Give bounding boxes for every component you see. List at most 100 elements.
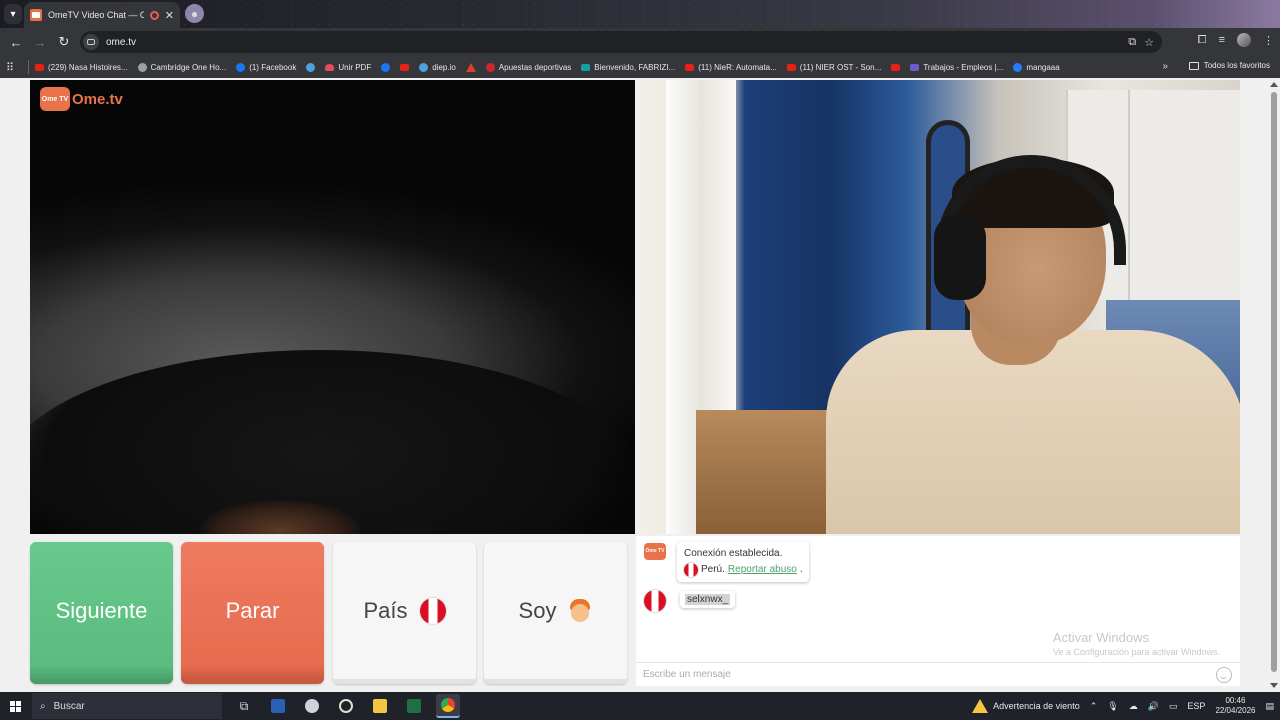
bookmarks-bar: ⠿ (229) Nasa Histoires... Cambridge One H… <box>0 56 1280 78</box>
taskbar-search[interactable]: ⌕ Buscar <box>32 693 222 719</box>
bookmark-item[interactable]: Apuestas deportivas <box>485 62 572 72</box>
bookmark-item[interactable]: Cambridge One Ho... <box>137 62 226 72</box>
all-bookmarks-button[interactable]: Todos los favoritos <box>1188 61 1270 70</box>
partner-country: Perú. <box>701 564 725 575</box>
windows-taskbar: ⌕ Buscar ⧉ Advertencia de viento ⌃ 🎙 ☁ 🔊… <box>0 692 1280 720</box>
partner-message-text: selxnwx_ <box>685 594 731 605</box>
weather-alert[interactable]: Advertencia de viento <box>972 699 1080 713</box>
watermark-subtitle: Ve a Configuración para activar Windows. <box>1052 647 1220 657</box>
cast-icon[interactable]: ⧉ <box>1128 36 1136 49</box>
bookmark-item[interactable] <box>465 62 476 72</box>
chat-panel: Ome TV Conexión establecida. Perú. Repor… <box>636 536 1240 686</box>
excel-icon[interactable] <box>402 694 426 718</box>
game-icon[interactable] <box>300 694 324 718</box>
bookmark-star-icon[interactable]: ☆ <box>1144 36 1154 49</box>
start-button[interactable] <box>0 692 30 720</box>
back-button[interactable]: ← <box>4 30 28 54</box>
bookmark-item[interactable]: (229) Nasa Histoires... <box>35 63 128 72</box>
message-input[interactable] <box>643 669 1216 680</box>
bookmark-item[interactable] <box>381 62 391 72</box>
bookmark-label: Apuestas deportivas <box>498 62 572 72</box>
chrome-icon[interactable] <box>436 694 460 718</box>
close-tab-icon[interactable]: ✕ <box>165 9 174 22</box>
notifications-icon[interactable]: ▤ <box>1265 701 1274 712</box>
bookmark-item[interactable] <box>891 63 901 71</box>
bookmark-tri-icon <box>465 62 476 72</box>
bookmark-label: (1) Facebook <box>249 62 297 72</box>
recording-icon <box>149 10 159 20</box>
microphone-icon[interactable]: 🎙 <box>1107 701 1118 712</box>
bookmark-fb-icon <box>381 62 391 72</box>
url-text[interactable]: ome.tv <box>106 37 1128 48</box>
bookmark-heart-icon <box>325 63 335 71</box>
address-bar[interactable]: ome.tv ⧉ ☆ <box>80 31 1162 53</box>
ometv-logo-text: Ome.tv <box>72 90 123 108</box>
language-indicator[interactable]: ESP <box>1187 701 1205 711</box>
network-icon[interactable]: ☁ <box>1129 701 1138 712</box>
tab-search-button[interactable]: ▾ <box>4 4 22 24</box>
extensions-icon[interactable]: ⧠ <box>1198 34 1207 47</box>
watermark-title: Activar Windows <box>1052 630 1149 645</box>
forward-button[interactable]: → <box>28 30 52 54</box>
menu-icon[interactable]: ⋮ <box>1263 34 1274 47</box>
bookmark-item[interactable]: (1) Facebook <box>236 62 297 72</box>
stop-button[interactable]: Parar <box>181 542 324 684</box>
media-controls-icon[interactable]: ≡ <box>1219 34 1225 46</box>
file-explorer-icon[interactable] <box>368 694 392 718</box>
next-button[interactable]: Siguiente <box>30 542 173 684</box>
bookmark-item[interactable]: mangaaa <box>1013 62 1060 72</box>
battery-icon[interactable]: ▭ <box>1169 701 1178 712</box>
country-button[interactable]: País <box>333 542 476 684</box>
all-bookmarks-label: Todos los favoritos <box>1203 61 1270 70</box>
bookmark-item[interactable] <box>306 62 316 72</box>
scrollbar-thumb[interactable] <box>1271 92 1277 672</box>
bookmark-item[interactable]: (11) NIER OST - Son... <box>786 63 881 72</box>
app-icon[interactable] <box>334 694 358 718</box>
stop-button-label: Parar <box>225 597 280 623</box>
bookmark-item[interactable]: Unir PDF <box>325 63 371 72</box>
tab-title: OmeTV Video Chat — Ome <box>48 10 144 20</box>
bookmark-label: Trabajos - Empleos |... <box>923 62 1004 72</box>
warning-icon <box>972 699 989 713</box>
bookmark-item[interactable]: diep.io <box>419 62 456 72</box>
gender-button[interactable]: Soy <box>484 542 627 684</box>
bookmark-item[interactable]: Bienvenido, FABRIZI... <box>581 63 675 72</box>
profile-tab-icon[interactable]: ● <box>185 4 204 23</box>
word-icon[interactable] <box>266 694 290 718</box>
site-info-icon[interactable] <box>83 34 99 50</box>
emoji-icon[interactable] <box>1216 666 1232 683</box>
folder-icon <box>1188 61 1199 70</box>
report-abuse-link[interactable]: Reportar abuso <box>728 562 797 578</box>
active-tab[interactable]: OmeTV Video Chat — Ome ✕ <box>24 2 180 28</box>
taskbar-search-label: Buscar <box>53 700 85 712</box>
profile-avatar-icon[interactable] <box>1237 33 1251 47</box>
clock[interactable]: 00:46 22/04/2026 <box>1215 696 1255 716</box>
more-bookmarks-icon[interactable]: » <box>1162 61 1168 72</box>
bookmark-item[interactable]: (11) NieR: Automata... <box>685 63 777 72</box>
chevron-up-icon[interactable]: ⌃ <box>1090 701 1098 712</box>
scroll-up-icon[interactable] <box>1270 82 1278 87</box>
next-button-label: Siguiente <box>55 597 148 623</box>
bookmark-yt-icon <box>400 63 410 71</box>
bookmark-label: mangaaa <box>1026 62 1060 72</box>
bookmark-yt-icon <box>685 63 695 71</box>
ometv-tv-icon: Ome TV <box>40 87 70 111</box>
task-view-icon[interactable]: ⧉ <box>232 694 256 718</box>
reload-button[interactable]: ↻ <box>52 30 76 54</box>
apps-grid-icon[interactable]: ⠿ <box>6 61 22 74</box>
boy-emoji-icon <box>568 598 592 624</box>
volume-icon[interactable]: 🔊 <box>1148 701 1159 712</box>
bookmark-blue-icon <box>419 62 429 72</box>
bookmark-item[interactable] <box>400 63 410 71</box>
stranger-video <box>30 80 635 534</box>
page-scrollbar[interactable] <box>1268 78 1280 692</box>
ometv-logo[interactable]: Ome TV Ome.tv <box>40 87 123 111</box>
connection-status: Conexión establecida. <box>684 548 783 559</box>
bookmark-item[interactable]: Trabajos - Empleos |... <box>910 63 1003 72</box>
browser-toolbar: ← → ↻ ome.tv ⧉ ☆ ⧠ ≡ ⋮ <box>0 28 1280 56</box>
bookmark-yt-icon <box>35 63 44 71</box>
peru-flag-icon <box>684 563 698 577</box>
peru-flag-icon <box>419 597 446 624</box>
scroll-down-icon[interactable] <box>1270 683 1278 688</box>
system-message: Conexión establecida. Perú. Reportar abu… <box>677 542 809 582</box>
